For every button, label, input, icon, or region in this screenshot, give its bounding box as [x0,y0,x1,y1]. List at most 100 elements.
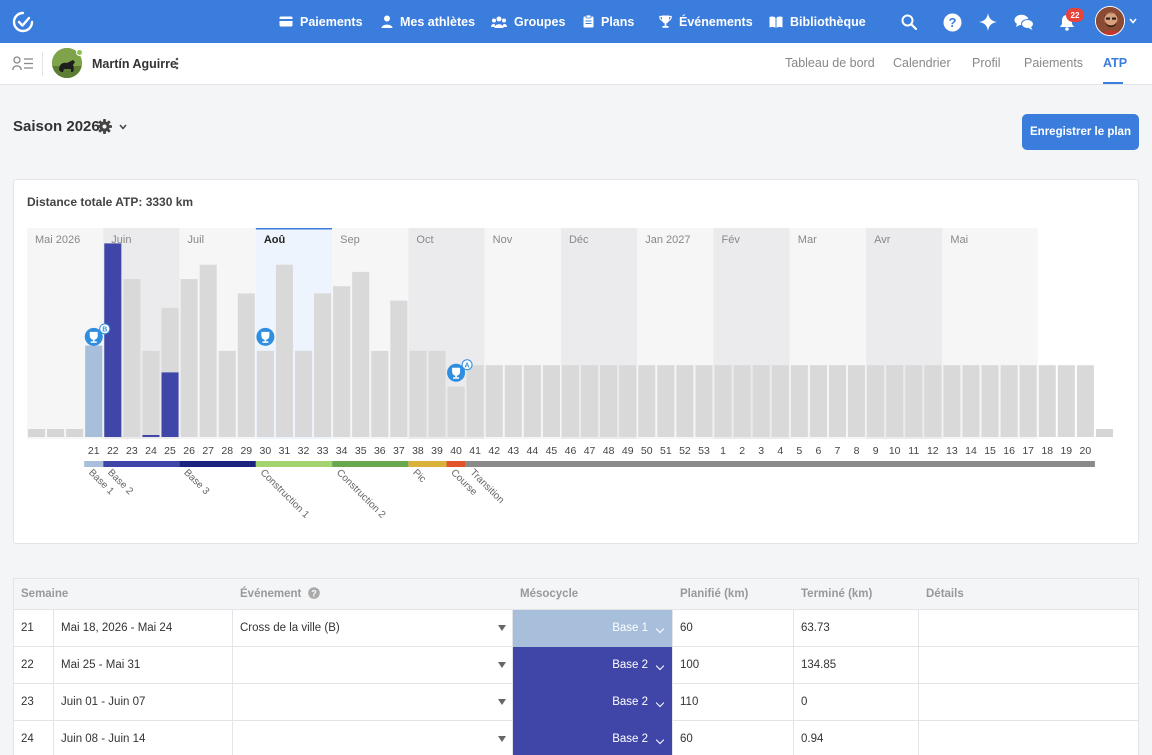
svg-text:?: ? [948,15,956,30]
mesocycle-select[interactable]: Base 2 [513,684,673,721]
week-tick-label: 34 [336,445,348,457]
trophy-stem-shape [92,338,95,342]
planned-bar [848,365,866,437]
mesocycle-chevron-down-icon [655,698,665,708]
planned-km-input[interactable]: 60 [673,721,794,755]
week-tick-label: 17 [1022,445,1034,457]
event-select[interactable]: Cross de la ville (B) [233,610,513,647]
planned-bar [256,350,274,437]
season-chevron-down-icon[interactable] [119,124,127,130]
nav-groups-label: Groupes [514,14,566,29]
stub-bar [28,429,46,437]
completed-km-value: 0.94 [794,721,919,755]
mesocycle-select-value: Base 2 [612,659,648,671]
planned-bar [447,386,465,437]
athlete-list-icon[interactable] [12,56,34,71]
week-tick-label: 37 [393,445,405,457]
user-avatar[interactable] [1095,6,1125,36]
tab-payments[interactable]: Paiements [1024,56,1083,70]
month-label: Sep [340,234,360,246]
nav-plans[interactable]: Plans [583,0,634,43]
planned-km-input[interactable]: 100 [673,647,794,684]
help-button[interactable]: ? [939,9,965,35]
tab-profile[interactable]: Profil [972,56,1000,70]
details-input[interactable] [919,647,1138,684]
details-input[interactable] [919,684,1138,721]
trophy-base-shape [453,377,460,379]
tab-calendar[interactable]: Calendrier [893,56,951,70]
planned-bar [199,264,217,437]
nav-groups[interactable]: Groupes [491,0,565,43]
save-plan-button[interactable]: Enregistrer le plan [1022,114,1139,150]
gear-icon[interactable] [97,119,112,134]
search-icon [901,14,917,30]
ai-assistant-button[interactable] [975,9,1001,35]
week-tick-label: 52 [679,445,691,457]
nav-payments[interactable]: Paiements [279,0,363,43]
tab-atp[interactable]: ATP [1103,56,1127,70]
col-header-event-label: Événement [240,588,302,600]
week-tick-label: 22 [107,445,119,457]
mesocycle-select[interactable]: Base 2 [513,647,673,684]
atp-weeks-table: Semaine Événement ? Mésocycle Planifié (… [13,578,1139,755]
event-select[interactable] [233,684,513,721]
week-tick-label: 35 [355,445,367,457]
planned-bar [1000,365,1018,437]
week-tick-label: 43 [507,445,519,457]
stub-bar [66,429,84,437]
month-label: Mar [798,234,817,246]
nav-payments-label: Paiements [300,14,363,29]
event-select[interactable] [233,647,513,684]
week-tick-label: 40 [450,445,462,457]
planned-bar [771,365,789,437]
planned-bar [981,365,999,437]
week-number: 21 [14,610,54,647]
event-caret-down-icon [498,736,506,742]
details-input[interactable] [919,721,1138,755]
trophy-base-shape [262,341,269,343]
planned-bar [352,271,370,437]
completed-km-value: 134.85 [794,647,919,684]
week-tick-label: 2 [739,445,745,457]
nav-library[interactable]: Bibliothèque [769,0,866,43]
week-tick-label: 38 [412,445,424,457]
user-menu-chevron-down-icon[interactable] [1129,18,1137,24]
week-tick-label: 23 [126,445,138,457]
svg-text:?: ? [311,588,317,598]
planned-bar [314,293,332,437]
planned-km-input[interactable]: 60 [673,610,794,647]
nav-my-athletes[interactable]: Mes athlètes [381,0,475,43]
col-header-details: Détails [919,579,1138,610]
more-vertical-icon[interactable] [175,57,179,70]
week-tick-label: 11 [908,445,919,457]
search-button[interactable] [896,9,922,35]
planned-bar [123,279,141,437]
mesocycle-select[interactable]: Base 1 [513,610,673,647]
week-number: 23 [14,684,54,721]
stub-bar [1095,429,1113,437]
completed-km-value: 0 [794,684,919,721]
trophy-cup-shape [89,331,98,340]
trophy-stem-shape [264,338,267,342]
tab-dashboard[interactable]: Tableau de bord [785,56,875,70]
month-label: Avr [874,234,891,246]
nav-events[interactable]: Événements [659,0,753,43]
planned-km-input[interactable]: 110 [673,684,794,721]
event-caret-down-icon [498,699,506,705]
week-tick-label: 31 [279,445,291,457]
book-icon [769,15,783,28]
help-circle-icon[interactable]: ? [307,587,320,599]
event-caret-down-icon [498,625,506,631]
month-label: Mai [950,234,968,246]
col-header-completed: Terminé (km) [794,579,919,610]
messages-button[interactable] [1011,9,1037,35]
planned-bar [333,286,351,437]
mesocycle-select[interactable]: Base 2 [513,721,673,755]
app-logo-icon[interactable] [10,9,36,35]
week-tick-label: 21 [88,445,100,457]
event-select[interactable] [233,721,513,755]
details-input[interactable] [919,610,1138,647]
month-label: Mai 2026 [35,234,80,246]
week-tick-label: 42 [488,445,500,457]
col-header-planned: Planifié (km) [673,579,794,610]
